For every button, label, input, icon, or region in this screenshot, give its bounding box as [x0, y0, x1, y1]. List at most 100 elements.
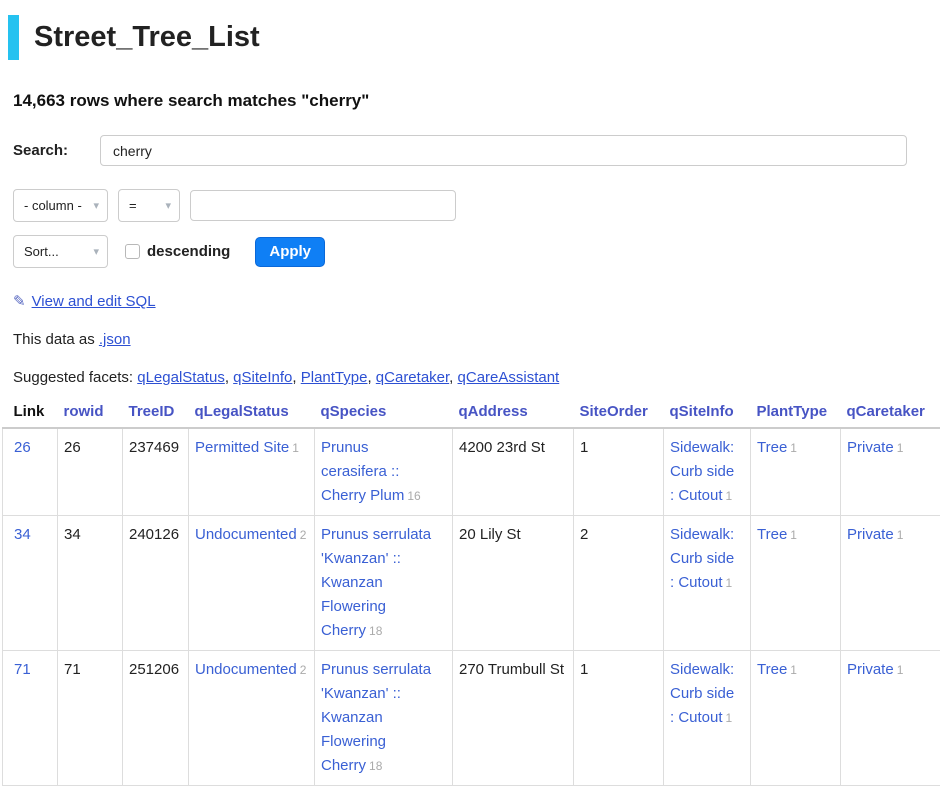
cell-link-planttype[interactable]: Tree: [757, 661, 787, 678]
cell-text-siteorder: 2: [580, 526, 588, 543]
cell-qcaretaker: Private1: [841, 516, 940, 651]
sort-link-qsiteinfo[interactable]: qSiteInfo: [670, 403, 734, 420]
facet-count: 1: [790, 663, 797, 677]
chevron-down-icon: ▾: [165, 199, 171, 212]
sort-link-qaddress[interactable]: qAddress: [459, 403, 528, 420]
descending-checkbox[interactable]: [125, 244, 140, 259]
cell-link-qspecies[interactable]: Prunus serrulata 'Kwanzan' :: Kwanzan Fl…: [321, 526, 431, 639]
page-header: Street_Tree_List: [8, 14, 940, 60]
sort-link-planttype[interactable]: PlantType: [757, 403, 828, 420]
pencil-icon: ✎: [13, 293, 26, 310]
facet-count: 2: [300, 663, 307, 677]
cell-link-qspecies[interactable]: Prunus cerasifera :: Cherry Plum: [321, 439, 404, 504]
facet-count: 1: [292, 441, 299, 455]
cell-text-siteorder: 1: [580, 661, 588, 678]
facet-links: qLegalStatus, qSiteInfo, PlantType, qCar…: [137, 369, 559, 386]
cell-treeid: 237469: [123, 428, 189, 516]
cell-link-planttype[interactable]: Tree: [757, 439, 787, 456]
accent-bar: [8, 15, 19, 60]
facet-count: 1: [790, 441, 797, 455]
facet-link-qcaretaker[interactable]: qCaretaker: [376, 369, 449, 386]
cell-qsiteinfo: Sidewalk: Curb side : Cutout1: [664, 516, 751, 651]
view-edit-sql-link[interactable]: View and edit SQL: [32, 293, 156, 310]
chevron-down-icon: ▾: [93, 199, 99, 212]
facet-count: 1: [726, 711, 733, 725]
facet-count: 18: [369, 624, 382, 638]
cell-qlegalstatus: Undocumented2: [189, 516, 315, 651]
operator-select[interactable]: = ▾: [118, 189, 180, 222]
cell-link: 71: [3, 651, 58, 786]
column-header-link: Link: [3, 399, 58, 428]
cell-link-qlegalstatus[interactable]: Permitted Site: [195, 439, 289, 456]
sort-link-qlegalstatus[interactable]: qLegalStatus: [195, 403, 289, 420]
cell-planttype: Tree1: [751, 651, 841, 786]
cell-text-siteorder: 1: [580, 439, 588, 456]
data-as-prefix: This data as: [13, 331, 99, 348]
facet-count: 1: [726, 489, 733, 503]
cell-link-link[interactable]: 26: [14, 439, 31, 456]
facets-row: Suggested facets: qLegalStatus, qSiteInf…: [13, 369, 940, 386]
cell-link-qlegalstatus[interactable]: Undocumented: [195, 661, 297, 678]
cell-link-link[interactable]: 34: [14, 526, 31, 543]
cell-link: 34: [3, 516, 58, 651]
row-count-heading: 14,663 rows where search matches "cherry…: [13, 91, 940, 111]
facet-count: 1: [897, 663, 904, 677]
cell-text-qaddress: 20 Lily St: [459, 526, 521, 543]
column-header-qcaretaker: qCaretaker: [841, 399, 940, 428]
json-link[interactable]: .json: [99, 331, 131, 348]
search-input[interactable]: [100, 135, 907, 166]
sort-link-treeid[interactable]: TreeID: [129, 403, 175, 420]
cell-link-link[interactable]: 71: [14, 661, 31, 678]
table-header-row: Link rowid TreeID qLegalStatus qSpecies qAddr…: [3, 399, 940, 428]
facet-count: 16: [407, 489, 420, 503]
cell-link-qsiteinfo[interactable]: Sidewalk: Curb side : Cutout: [670, 661, 734, 726]
cell-qaddress: 20 Lily St: [453, 516, 574, 651]
cell-link-qcaretaker[interactable]: Private: [847, 526, 894, 543]
cell-link-qsiteinfo[interactable]: Sidewalk: Curb side : Cutout: [670, 526, 734, 591]
column-header-qspecies: qSpecies: [315, 399, 453, 428]
sql-row: ✎ View and edit SQL: [13, 292, 940, 310]
cell-link-qcaretaker[interactable]: Private: [847, 439, 894, 456]
sort-link-qspecies[interactable]: qSpecies: [321, 403, 387, 420]
sort-select-value: Sort...: [24, 244, 59, 259]
cell-qcaretaker: Private1: [841, 651, 940, 786]
column-header-qsiteinfo: qSiteInfo: [664, 399, 751, 428]
apply-button[interactable]: Apply: [255, 237, 325, 267]
filter-row: - column - ▾ = ▾: [13, 189, 940, 222]
column-header-planttype: PlantType: [751, 399, 841, 428]
column-select[interactable]: - column - ▾: [13, 189, 108, 222]
cell-qlegalstatus: Undocumented2: [189, 651, 315, 786]
column-header-rowid: rowid: [58, 399, 123, 428]
facet-link-qlegalstatus[interactable]: qLegalStatus: [137, 369, 225, 386]
filter-value-input[interactable]: [190, 190, 456, 221]
cell-link-planttype[interactable]: Tree: [757, 526, 787, 543]
search-label: Search:: [13, 142, 100, 159]
page: Street_Tree_List 14,663 rows where searc…: [0, 0, 940, 786]
column-header-qlegalstatus: qLegalStatus: [189, 399, 315, 428]
cell-text-qaddress: 270 Trumbull St: [459, 661, 564, 678]
cell-siteorder: 2: [574, 516, 664, 651]
sort-link-siteorder[interactable]: SiteOrder: [580, 403, 648, 420]
cell-link-qcaretaker[interactable]: Private: [847, 661, 894, 678]
cell-link-qlegalstatus[interactable]: Undocumented: [195, 526, 297, 543]
cell-link-qspecies[interactable]: Prunus serrulata 'Kwanzan' :: Kwanzan Fl…: [321, 661, 431, 774]
cell-qsiteinfo: Sidewalk: Curb side : Cutout1: [664, 428, 751, 516]
cell-treeid: 251206: [123, 651, 189, 786]
sort-link-rowid[interactable]: rowid: [64, 403, 104, 420]
cell-siteorder: 1: [574, 428, 664, 516]
cell-link: 26: [3, 428, 58, 516]
facet-link-qsiteinfo[interactable]: qSiteInfo: [233, 369, 292, 386]
cell-planttype: Tree1: [751, 428, 841, 516]
cell-qsiteinfo: Sidewalk: Curb side : Cutout1: [664, 651, 751, 786]
page-title: Street_Tree_List: [34, 21, 260, 54]
sort-select[interactable]: Sort... ▾: [13, 235, 108, 268]
cell-text-rowid: 71: [64, 661, 81, 678]
facet-link-planttype[interactable]: PlantType: [301, 369, 368, 386]
sort-link-qcaretaker[interactable]: qCaretaker: [847, 403, 925, 420]
cell-planttype: Tree1: [751, 516, 841, 651]
cell-qaddress: 270 Trumbull St: [453, 651, 574, 786]
json-row: This data as .json: [13, 331, 940, 348]
facet-link-qcareassistant[interactable]: qCareAssistant: [458, 369, 560, 386]
cell-link-qsiteinfo[interactable]: Sidewalk: Curb side : Cutout: [670, 439, 734, 504]
search-form: Search:: [13, 135, 940, 166]
